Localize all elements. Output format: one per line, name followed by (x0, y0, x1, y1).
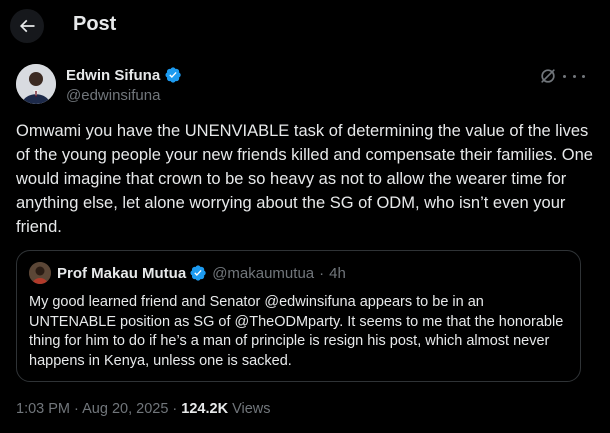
quote-avatar (29, 262, 51, 284)
more-icon[interactable] (563, 66, 585, 86)
post-time[interactable]: 1:03 PM (16, 401, 70, 417)
page-title: Post (73, 13, 117, 35)
back-arrow-icon (19, 19, 35, 33)
verified-icon (190, 265, 206, 281)
author-name[interactable]: Edwin Sifuna (66, 67, 160, 84)
post-date[interactable]: Aug 20, 2025 (82, 401, 168, 417)
quoted-post[interactable]: Prof Makau Mutua @makaumutua · 4h My goo… (16, 250, 581, 382)
header-bar: Post (0, 0, 610, 52)
quote-separator: · (319, 264, 325, 282)
meta-separator: · (172, 401, 178, 417)
verified-icon (165, 67, 181, 83)
quote-author-handle: @makaumutua (212, 264, 315, 282)
quote-author-name: Prof Makau Mutua (57, 264, 187, 282)
meta-separator: · (74, 401, 79, 417)
back-button[interactable] (10, 9, 44, 43)
post-text: Omwami you have the UNENVIABLE task of d… (16, 122, 593, 236)
post-meta: 1:03 PM · Aug 20, 2025 · 124.2K Views (16, 401, 271, 417)
post-author: Edwin Sifuna @edwinsifuna (16, 64, 594, 110)
grok-icon[interactable] (538, 66, 558, 86)
avatar[interactable] (16, 64, 56, 104)
author-handle[interactable]: @edwinsifuna (66, 87, 160, 104)
views-count: 124.2K (181, 401, 229, 417)
quote-text: My good learned friend and Senator @edwi… (29, 294, 564, 369)
views-label: Views (232, 401, 271, 417)
quote-time: 4h (329, 264, 346, 282)
